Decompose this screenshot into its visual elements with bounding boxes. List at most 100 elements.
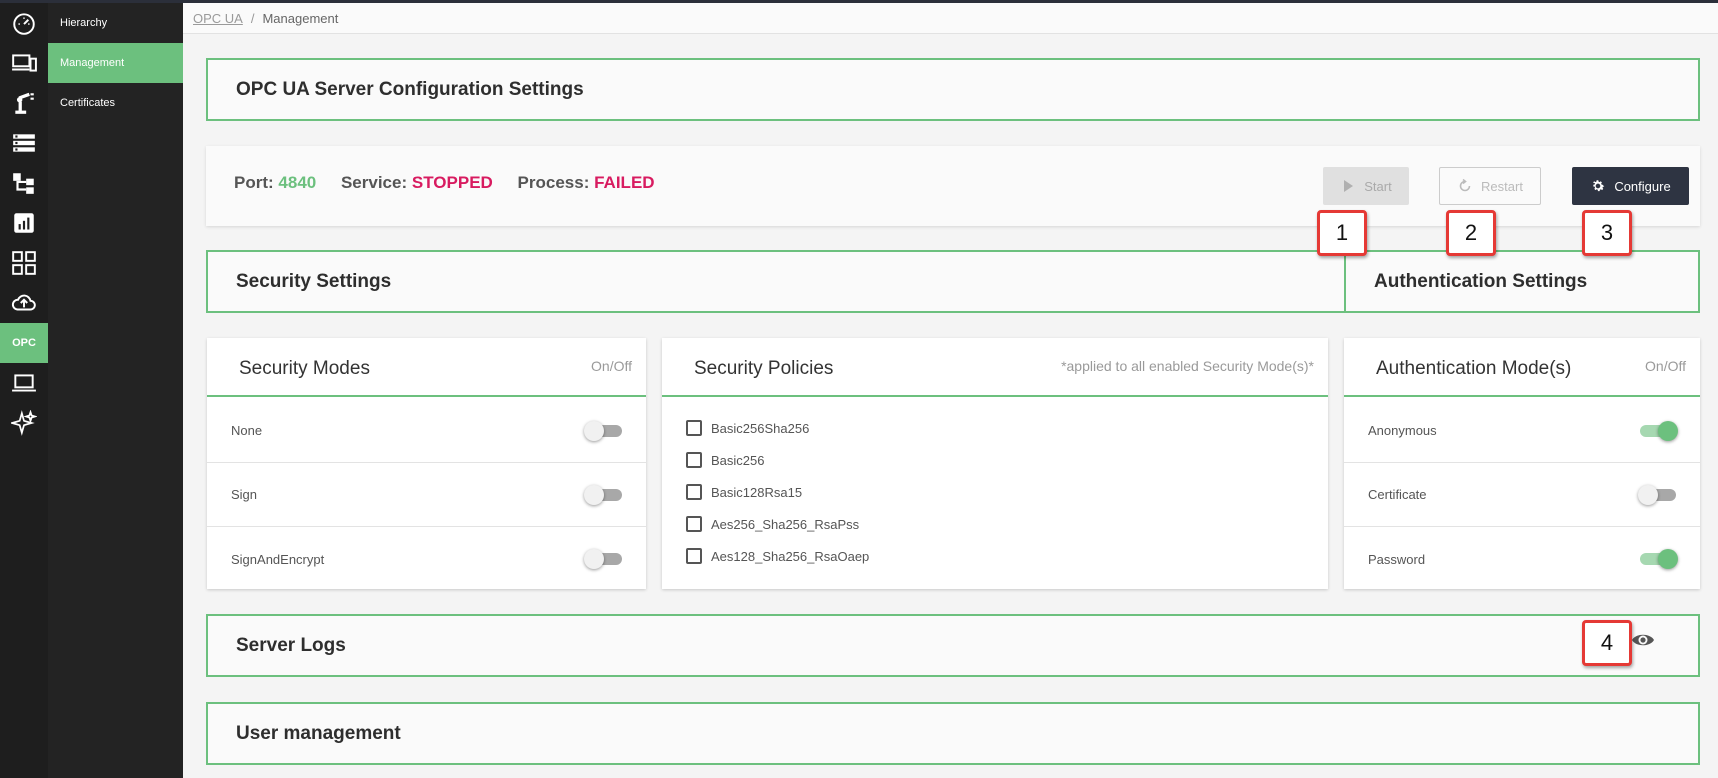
cloud-upload-icon (11, 294, 36, 311)
restart-button[interactable]: Restart (1439, 167, 1541, 205)
security-mode-none-toggle[interactable] (584, 421, 622, 441)
subnav-item-certificates[interactable]: Certificates (48, 83, 183, 123)
start-button-label: Start (1364, 178, 1392, 194)
breadcrumb: OPC UA / Management (183, 3, 1718, 34)
configure-button[interactable]: Configure (1572, 167, 1689, 205)
security-modes-title: Security Modes (239, 358, 370, 379)
policy-checkbox[interactable] (686, 420, 702, 436)
policy-label: Basic256 (711, 452, 765, 468)
user-management-panel[interactable]: User management (206, 702, 1700, 765)
security-policies-card: Security Policies *applied to all enable… (662, 338, 1328, 589)
security-modes-header: Security Modes On/Off (207, 338, 646, 397)
sub-navigation: Hierarchy Management Certificates (48, 0, 183, 778)
policy-aes256-sha256-rsapss[interactable]: Aes256_Sha256_RsaPss (686, 516, 859, 532)
server-list-icon (13, 134, 35, 152)
rail-item-servers[interactable] (0, 123, 48, 163)
service-label: Service: (340, 173, 408, 192)
sparkle-icon (11, 410, 37, 436)
auth-mode-label: Certificate (1368, 487, 1427, 502)
dashboard-icon (13, 13, 35, 35)
subnav-item-hierarchy[interactable]: Hierarchy (48, 3, 183, 43)
apps-grid-icon (12, 251, 36, 275)
policy-basic256[interactable]: Basic256 (686, 452, 764, 468)
rail-item-dashboard[interactable] (0, 3, 48, 43)
policy-basic256sha256[interactable]: Basic256Sha256 (686, 420, 809, 436)
authentication-settings-panel[interactable]: Authentication Settings (1344, 250, 1700, 313)
port-label: Port: (234, 173, 274, 192)
user-management-title: User management (236, 722, 401, 744)
policy-label: Basic256Sha256 (711, 420, 810, 436)
security-mode-sign-toggle[interactable] (584, 485, 622, 505)
process-value: FAILED (594, 173, 655, 192)
service-status: Service: STOPPED (341, 173, 493, 192)
service-value: STOPPED (411, 173, 493, 192)
rail-item-devices[interactable] (0, 43, 48, 83)
policy-checkbox[interactable] (686, 484, 702, 500)
process-status: Process: FAILED (518, 173, 655, 192)
security-mode-row: None (207, 399, 646, 463)
rail-item-robotics[interactable] (0, 83, 48, 123)
security-settings-title: Security Settings (236, 270, 392, 292)
callout-marker: 4 (1582, 620, 1632, 666)
rail-item-analytics[interactable] (0, 203, 48, 243)
security-modes-onoff-label: On/Off (591, 358, 632, 374)
policy-checkbox[interactable] (686, 452, 702, 468)
auth-mode-row: Anonymous (1344, 399, 1700, 463)
rail-item-hierarchy[interactable] (0, 163, 48, 203)
rail-item-cloud[interactable] (0, 283, 48, 323)
security-policies-header: Security Policies *applied to all enable… (662, 338, 1328, 397)
page-title: OPC UA Server Configuration Settings (236, 78, 584, 100)
rail-item-apps[interactable] (0, 243, 48, 283)
auth-mode-anonymous-toggle[interactable] (1640, 421, 1678, 441)
hierarchy-tree-icon (13, 173, 34, 194)
security-mode-row: SignAndEncrypt (207, 527, 646, 591)
callout-marker: 2 (1446, 210, 1496, 256)
rail-item-laptop[interactable] (0, 363, 48, 403)
server-logs-title: Server Logs (236, 634, 346, 656)
authentication-modes-header: Authentication Mode(s) On/Off (1344, 338, 1700, 397)
server-logs-panel[interactable]: Server Logs (206, 614, 1700, 677)
breadcrumb-current: Management (262, 10, 339, 26)
breadcrumb-separator: / (250, 10, 255, 26)
policy-aes128-sha256-rsaoaep[interactable]: Aes128_Sha256_RsaOaep (686, 548, 869, 564)
analytics-icon (14, 213, 34, 233)
restart-button-label: Restart (1481, 178, 1523, 194)
auth-mode-password-toggle[interactable] (1640, 549, 1678, 569)
policy-checkbox[interactable] (686, 548, 702, 564)
port-value: 4840 (278, 173, 317, 192)
rail-opc-label: OPC (12, 337, 36, 349)
rail-item-opc[interactable]: OPC (0, 323, 48, 363)
start-button[interactable]: Start (1323, 167, 1409, 205)
policy-label: Aes128_Sha256_RsaOaep (711, 548, 870, 564)
rail-item-ai[interactable] (0, 403, 48, 443)
subnav-item-management[interactable]: Management (48, 43, 183, 83)
auth-mode-row: Certificate (1344, 463, 1700, 527)
security-mode-label: Sign (231, 487, 258, 502)
config-settings-panel[interactable]: OPC UA Server Configuration Settings (206, 58, 1700, 121)
security-policies-note: *applied to all enabled Security Mode(s)… (1061, 358, 1314, 374)
eye-icon[interactable] (1631, 630, 1655, 650)
icon-rail: OPC (0, 0, 48, 778)
callout-marker: 1 (1317, 210, 1367, 256)
laptop-icon (12, 374, 36, 392)
top-border (0, 0, 1718, 3)
security-mode-signandencrypt-toggle[interactable] (584, 549, 622, 569)
policy-label: Basic128Rsa15 (711, 484, 803, 500)
authentication-modes-title: Authentication Mode(s) (1376, 358, 1572, 379)
auth-mode-label: Anonymous (1368, 423, 1437, 438)
policy-checkbox[interactable] (686, 516, 702, 532)
process-label: Process: (517, 173, 590, 192)
auth-mode-certificate-toggle[interactable] (1638, 485, 1676, 505)
security-policies-title: Security Policies (694, 358, 834, 379)
authentication-settings-title: Authentication Settings (1374, 270, 1588, 292)
authentication-modes-onoff-label: On/Off (1645, 358, 1686, 374)
restart-icon (1459, 178, 1471, 192)
security-settings-panel[interactable]: Security Settings (206, 250, 1350, 313)
auth-mode-label: Password (1368, 551, 1426, 567)
breadcrumb-root-link[interactable]: OPC UA (193, 11, 243, 26)
configure-button-label: Configure (1614, 178, 1671, 194)
policy-basic128rsa15[interactable]: Basic128Rsa15 (686, 484, 802, 500)
gear-icon (1593, 180, 1605, 192)
security-mode-label: None (231, 423, 263, 438)
authentication-modes-card: Authentication Mode(s) On/Off Anonymous … (1344, 338, 1700, 589)
